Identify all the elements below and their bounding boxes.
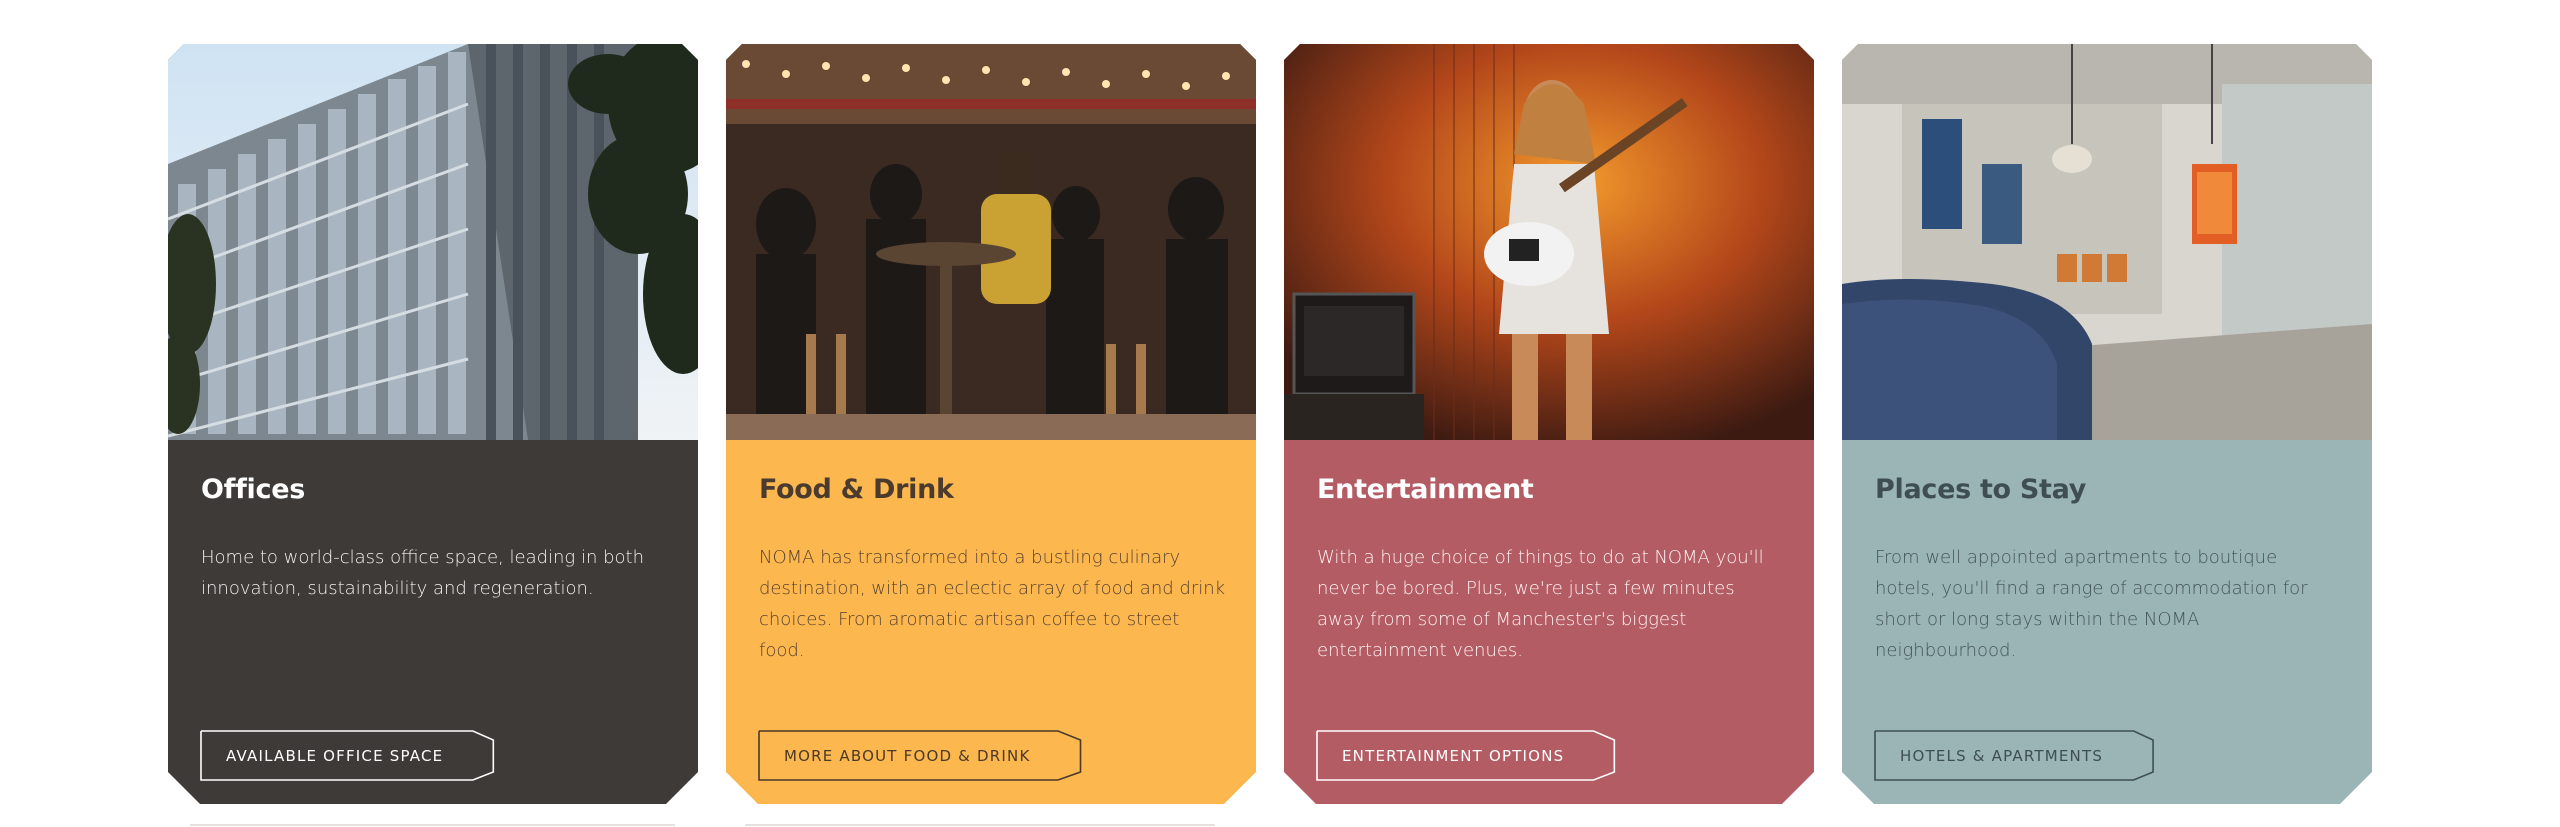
offices-image <box>168 44 698 440</box>
card-description: With a huge choice of things to do at NO… <box>1317 547 1764 662</box>
cta-label: Entertainment options <box>1342 746 1565 765</box>
places-to-stay-image <box>1842 44 2372 440</box>
card-places-to-stay[interactable]: Places to Stay From well appointed apart… <box>1842 44 2372 804</box>
card-title: Entertainment <box>1317 474 1534 505</box>
page: Offices Home to world-class office space… <box>0 0 2560 827</box>
next-card-peek <box>190 824 675 826</box>
available-office-space-button[interactable]: Available office space <box>201 730 493 781</box>
cta-label: Available office space <box>226 746 444 765</box>
card-title: Food & Drink <box>759 474 954 505</box>
next-card-peek <box>745 824 1215 826</box>
card-description: NOMA has transformed into a bustling cul… <box>759 547 1226 662</box>
food-drink-image <box>726 44 1256 440</box>
category-cards: Offices Home to world-class office space… <box>168 44 2372 804</box>
card-description: Home to world-class office space, leadin… <box>201 547 644 600</box>
card-title: Places to Stay <box>1875 474 2087 505</box>
hotels-apartments-button[interactable]: Hotels & apartments <box>1875 730 2153 781</box>
card-description: From well appointed apartments to boutiq… <box>1875 547 2308 662</box>
card-offices[interactable]: Offices Home to world-class office space… <box>168 44 698 804</box>
cta-label: Hotels & apartments <box>1900 746 2104 765</box>
entertainment-image <box>1284 44 1814 440</box>
card-food-drink[interactable]: Food & Drink NOMA has transformed into a… <box>726 44 1256 804</box>
cta-label: More about food & drink <box>784 746 1031 765</box>
entertainment-options-button[interactable]: Entertainment options <box>1317 730 1614 781</box>
more-about-food-drink-button[interactable]: More about food & drink <box>759 730 1081 781</box>
card-entertainment[interactable]: Entertainment With a huge choice of thin… <box>1284 44 1814 804</box>
card-title: Offices <box>201 474 305 505</box>
